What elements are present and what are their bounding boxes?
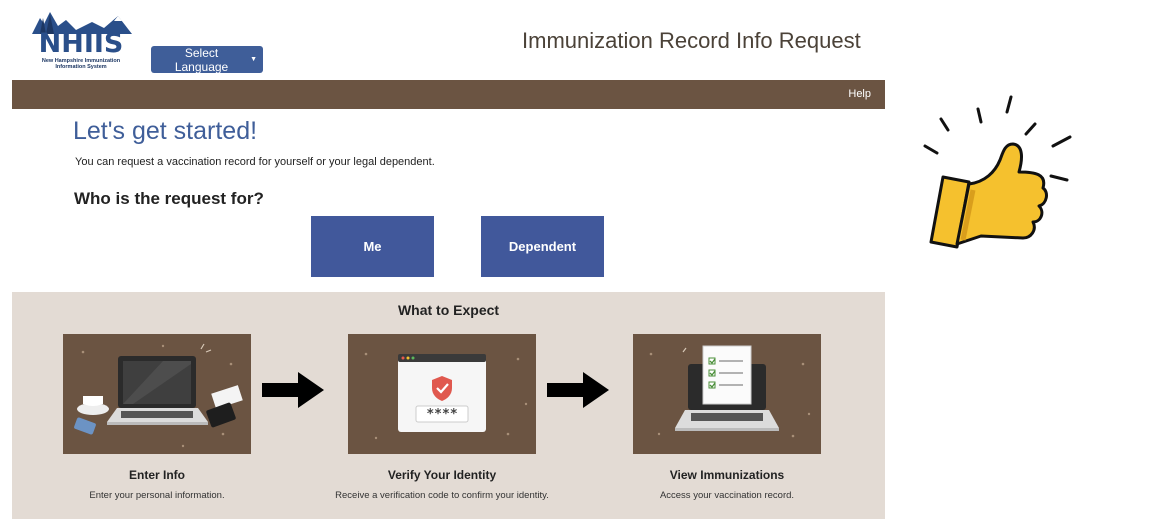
step-desc-verify: Receive a verification code to confirm y… bbox=[335, 490, 549, 501]
app-window: NHIIS New Hampshire Immunization Informa… bbox=[0, 0, 885, 519]
help-link[interactable]: Help bbox=[848, 88, 871, 100]
logo-text: NHIIS New Hampshire Immunization Informa… bbox=[26, 28, 136, 70]
step-title-verify: Verify Your Identity bbox=[387, 468, 497, 482]
arrow-right-icon bbox=[262, 370, 324, 415]
laptop-checklist-icon bbox=[649, 345, 811, 438]
what-to-expect-section: What to Expect **** Enter Info Enter you… bbox=[12, 292, 885, 519]
thumbs-up-card bbox=[885, 12, 1151, 347]
select-language-button[interactable]: Select Language ▼ bbox=[151, 45, 263, 74]
logo-subtitle: New Hampshire Immunization Information S… bbox=[41, 58, 121, 70]
code-mask: **** bbox=[426, 407, 458, 422]
nhiis-logo[interactable]: NHIIS New Hampshire Immunization Informa… bbox=[26, 8, 136, 70]
main-heading: Let's get started! bbox=[73, 117, 258, 145]
laptop-desk-icon bbox=[74, 343, 243, 448]
view-immunizations-illustration bbox=[633, 334, 821, 454]
verify-identity-illustration: **** bbox=[348, 334, 536, 454]
enter-info-illustration bbox=[63, 334, 251, 454]
me-button[interactable]: Me bbox=[311, 216, 434, 277]
shield-check-icon bbox=[364, 352, 528, 440]
logo-letters: NHIIS bbox=[38, 28, 124, 59]
page-title: Immunization Record Info Request bbox=[522, 28, 861, 53]
select-language-label: Select Language bbox=[174, 45, 229, 74]
step-desc-enter-info: Enter your personal information. bbox=[89, 490, 225, 501]
step-title-view: View Immunizations bbox=[669, 468, 785, 482]
caret-down-icon: ▼ bbox=[250, 56, 257, 63]
arrow-right-icon bbox=[547, 370, 609, 415]
dependent-button[interactable]: Dependent bbox=[481, 216, 604, 277]
step-desc-view: Access your vaccination record. bbox=[659, 490, 795, 501]
request-question: Who is the request for? bbox=[74, 189, 264, 208]
expect-title: What to Expect bbox=[397, 302, 500, 318]
thumbs-up-icon bbox=[885, 32, 1151, 347]
intro-text: You can request a vaccination record for… bbox=[75, 156, 435, 168]
nav-bar: Help bbox=[12, 80, 885, 109]
step-title-enter-info: Enter Info bbox=[129, 468, 185, 482]
